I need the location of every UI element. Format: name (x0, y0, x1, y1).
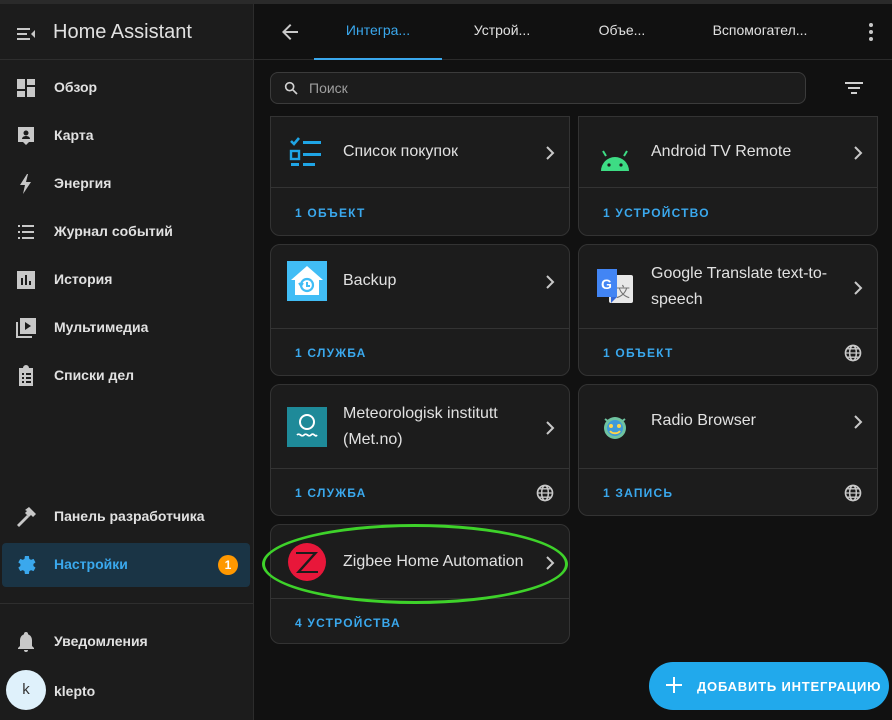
filter-icon[interactable] (844, 80, 864, 96)
chevron-right-icon (546, 421, 555, 435)
shopping-list-icon (289, 137, 321, 166)
sidebar-item-label: Обзор (54, 79, 98, 95)
sidebar-item-label: Списки дел (54, 367, 135, 383)
tab-devices[interactable]: Устрой... (438, 4, 566, 60)
notification-badge: 1 (218, 555, 238, 575)
back-arrow-icon[interactable] (278, 20, 302, 44)
sidebar-item-history[interactable]: История (0, 258, 253, 302)
sidebar-item-developer-tools[interactable]: Панель разработчика (0, 495, 253, 539)
sidebar-item-energy[interactable]: Энергия (0, 162, 253, 206)
sidebar-item-notifications[interactable]: Уведомления (0, 620, 253, 664)
integration-footer-link[interactable]: 1 ЗАПИСЬ (603, 486, 673, 500)
chevron-right-icon (546, 275, 555, 289)
integration-card-google-translate[interactable]: 文 G Google Translate text-to-speech 1 ОБ… (578, 244, 878, 376)
integration-card-backup[interactable]: Backup 1 СЛУЖБА (270, 244, 570, 376)
card-divider (271, 598, 569, 599)
avatar[interactable]: k (6, 670, 46, 710)
tab-bar: Интегра... Устрой... Объе... Вспомогател… (254, 0, 892, 60)
cloud-globe-icon (844, 344, 862, 362)
hammer-icon (17, 507, 36, 527)
sidebar-header: Home Assistant (0, 4, 253, 60)
integration-name: Список покупок (343, 143, 458, 160)
sidebar-item-overview[interactable]: Обзор (0, 66, 253, 110)
integration-footer-link[interactable]: 4 УСТРОЙСТВА (295, 616, 401, 630)
more-vert-icon[interactable] (868, 20, 874, 44)
radio-browser-icon (604, 417, 626, 439)
sidebar-item-label: Журнал событий (54, 223, 173, 239)
integration-name: Zigbee Home Automation (343, 553, 524, 570)
google-translate-icon: 文 G (597, 269, 633, 303)
plus-icon (666, 677, 682, 693)
cloud-globe-icon (844, 484, 862, 502)
sidebar-item-todo[interactable]: Списки дел (0, 354, 253, 398)
sidebar: Home Assistant Обзор Карта Энергия Журна… (0, 0, 254, 720)
dashboard-icon (17, 79, 35, 97)
chevron-right-icon (546, 556, 555, 570)
sidebar-item-label: Панель разработчика (54, 508, 205, 524)
search-icon (284, 81, 298, 95)
tab-entities[interactable]: Объе... (558, 4, 686, 60)
sidebar-item-map[interactable]: Карта (0, 114, 253, 158)
integration-footer-link[interactable]: 1 УСТРОЙСТВО (603, 206, 710, 220)
sidebar-item-label: Энергия (54, 175, 112, 191)
zigbee-icon (288, 543, 326, 581)
logbook-icon (18, 225, 34, 239)
history-chart-icon (17, 271, 35, 289)
card-divider (579, 328, 877, 329)
gear-icon (18, 556, 36, 574)
search-box (270, 72, 806, 104)
add-integration-label: ДОБАВИТЬ ИНТЕГРАЦИЮ (697, 679, 882, 694)
integration-card-android-tv[interactable]: Android TV Remote 1 УСТРОЙСТВО (578, 116, 878, 236)
sidebar-item-label: Уведомления (54, 633, 148, 649)
svg-text:文: 文 (616, 285, 630, 301)
integration-card-met-no[interactable]: Meteorologisk institutt (Met.no) 1 СЛУЖБ… (270, 384, 570, 516)
lightning-icon (20, 174, 31, 194)
integration-footer-link[interactable]: 1 ОБЪЕКТ (295, 206, 366, 220)
sidebar-item-media[interactable]: Мультимедиа (0, 306, 253, 350)
user-name[interactable]: klepto (54, 683, 95, 699)
bell-icon (18, 632, 34, 652)
android-icon (601, 150, 629, 171)
cloud-globe-icon (536, 484, 554, 502)
integration-name: Android TV Remote (651, 143, 792, 160)
chevron-right-icon (854, 281, 863, 295)
chevron-right-icon (854, 146, 863, 160)
integration-footer-link[interactable]: 1 СЛУЖБА (295, 346, 367, 360)
integration-name: Google Translate text-to-speech (651, 265, 828, 308)
card-divider (579, 468, 877, 469)
card-divider (271, 187, 569, 188)
integration-footer-link[interactable]: 1 ОБЪЕКТ (603, 346, 674, 360)
tab-helpers[interactable]: Вспомогател... (695, 4, 825, 60)
sidebar-item-label: Карта (54, 127, 94, 143)
integration-card-zigbee[interactable]: Zigbee Home Automation 4 УСТРОЙСТВА (270, 524, 570, 644)
card-divider (271, 328, 569, 329)
sidebar-item-logbook[interactable]: Журнал событий (0, 210, 253, 254)
integration-name: Backup (343, 272, 397, 289)
backup-house-icon (287, 261, 327, 301)
svg-text:G: G (601, 276, 612, 292)
integration-footer-link[interactable]: 1 СЛУЖБА (295, 486, 367, 500)
chevron-right-icon (854, 415, 863, 429)
card-divider (271, 468, 569, 469)
add-integration-button[interactable]: ДОБАВИТЬ ИНТЕГРАЦИЮ (649, 662, 889, 710)
chevron-right-icon (546, 146, 555, 160)
map-icon (18, 127, 34, 145)
media-icon (16, 318, 36, 338)
card-divider (579, 187, 877, 188)
sidebar-item-settings[interactable]: Настройки 1 (2, 543, 250, 587)
sidebar-item-label: Настройки (54, 556, 128, 572)
sidebar-divider (0, 603, 253, 604)
sidebar-item-label: Мультимедиа (54, 319, 149, 335)
todo-clipboard-icon (19, 365, 33, 386)
integration-card-shopping-list[interactable]: Список покупок 1 ОБЪЕКТ (270, 116, 570, 236)
met-no-icon (287, 407, 327, 447)
sidebar-item-label: История (54, 271, 113, 287)
integration-card-radio-browser[interactable]: Radio Browser 1 ЗАПИСЬ (578, 384, 878, 516)
tab-integrations[interactable]: Интегра... (314, 4, 442, 60)
integration-name: Radio Browser (651, 412, 756, 429)
search-input[interactable] (309, 77, 789, 99)
integration-name: Meteorologisk institutt (Met.no) (343, 405, 498, 448)
menu-collapse-icon[interactable] (14, 22, 38, 46)
app-title: Home Assistant (53, 21, 192, 43)
